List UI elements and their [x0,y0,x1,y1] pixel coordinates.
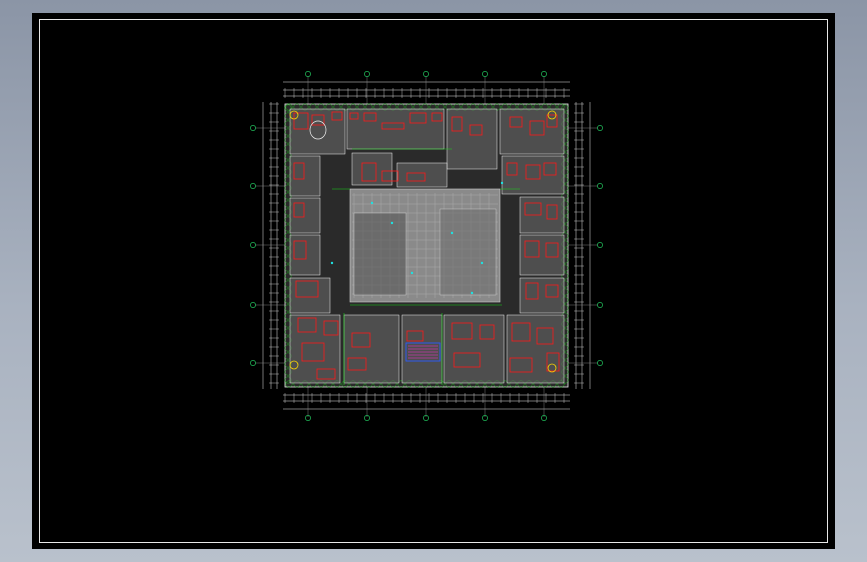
room [289,314,341,384]
room [396,162,448,188]
marker [330,261,334,265]
grid-bubble [541,71,547,77]
grid-bubble [597,302,603,308]
grid-bubble [597,183,603,189]
grid-bubble [364,71,370,77]
room [351,152,393,186]
marker [410,271,414,275]
room [499,108,565,155]
room [446,108,498,170]
grid-bubble [250,360,256,366]
grid-bubble [250,125,256,131]
grid-bubble [250,183,256,189]
grid-bubble [423,71,429,77]
room [443,314,505,384]
marker [480,261,484,265]
grid-bubble [250,242,256,248]
marker [370,201,374,205]
grid-bubble [305,71,311,77]
grid-bubble [597,360,603,366]
grid-bubble [597,125,603,131]
room [289,155,321,197]
floor-plan [284,103,569,388]
marker [450,231,454,235]
grid-bubble [250,302,256,308]
grid-bubble [482,71,488,77]
courtyard-panel [439,208,497,296]
room [343,314,400,384]
marker [390,221,394,225]
drawing-viewport[interactable] [32,13,835,549]
courtyard-panel [353,212,407,296]
marker [470,291,474,295]
floor-plan-drawing[interactable] [32,13,835,549]
room [506,314,565,384]
marker [500,181,504,185]
grid-bubble [597,242,603,248]
